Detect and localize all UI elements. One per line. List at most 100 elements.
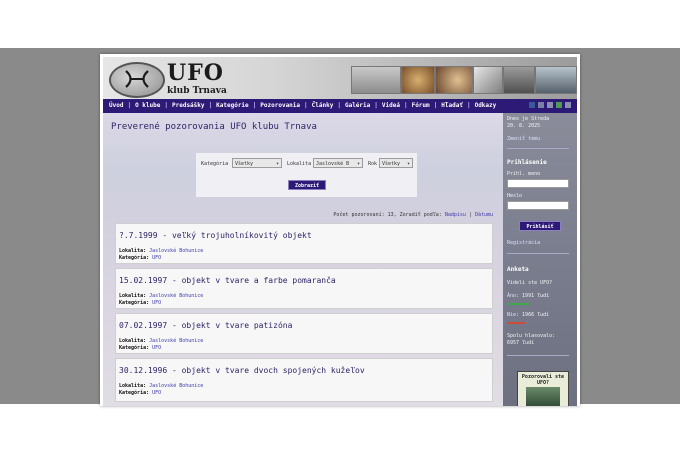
category-link[interactable]: UFO bbox=[152, 300, 161, 306]
nav-item[interactable]: Kategórie bbox=[216, 101, 249, 111]
header-photo-6 bbox=[535, 66, 577, 94]
username-label: Prihl. meno bbox=[507, 171, 541, 177]
password-label: Heslo bbox=[507, 193, 523, 199]
rss-icon[interactable] bbox=[556, 102, 562, 108]
banner-image bbox=[526, 387, 560, 406]
nav-separator: | bbox=[433, 102, 438, 109]
poll-total-line1: Spolu hlasovalo: bbox=[507, 333, 556, 339]
nav-item[interactable]: Predsášky bbox=[172, 101, 205, 111]
header-photo-5 bbox=[503, 66, 535, 94]
sidebar-divider bbox=[507, 253, 569, 254]
page-title: Preverené pozorovania UFO klubu Trnava bbox=[111, 122, 317, 132]
category-select[interactable]: Všetky bbox=[232, 158, 282, 169]
sort-by-date-link[interactable]: Dátumu bbox=[475, 212, 493, 218]
nav-item[interactable]: Videá bbox=[382, 101, 400, 111]
sidebar-divider bbox=[507, 355, 569, 356]
logo-icon[interactable] bbox=[109, 62, 165, 98]
observation-category: Kategória: UFO bbox=[119, 345, 161, 351]
password-input[interactable] bbox=[507, 201, 569, 210]
nav-separator: | bbox=[208, 102, 213, 109]
poll-total-line2: 6957 ľudí bbox=[507, 340, 535, 346]
observation-card: 07.02.1997 - objekt v tvare patizóna Loka… bbox=[115, 313, 493, 354]
poll-no-result: Nie: 1966 ľudí bbox=[507, 312, 549, 319]
poll-yes-value: : 1991 ľudí bbox=[516, 293, 550, 299]
nav-separator: | bbox=[252, 102, 257, 109]
category-label: Kategória: bbox=[119, 390, 150, 396]
poll-yes-bar bbox=[507, 303, 529, 305]
site-header: UFO klub Trnava bbox=[103, 57, 577, 99]
results-count-line: Počet pozorovaní: 13, Zoradiť podľa: Nad… bbox=[333, 212, 493, 218]
year-select[interactable]: Všetky bbox=[379, 158, 413, 169]
observation-card: 15.02.1997 - objekt v tvare a farbe poma… bbox=[115, 268, 493, 309]
observation-title[interactable]: ?.7.1999 - veľký trojuholníkovitý objekt bbox=[119, 231, 312, 240]
observation-title[interactable]: 07.02.1997 - objekt v tvare patizóna bbox=[119, 321, 292, 330]
current-date-line2: 20. 8. 2025 bbox=[507, 123, 541, 129]
bookmark-icon[interactable] bbox=[547, 102, 553, 108]
ufo-report-banner[interactable]: Pozorovali ste UFO? bbox=[517, 371, 569, 406]
poll-title: Anketa bbox=[507, 266, 529, 273]
observation-locality: Lokalita: Jaslovské Bohunice bbox=[119, 248, 203, 254]
observation-category: Kategória: UFO bbox=[119, 390, 161, 396]
category-label: Kategória: bbox=[119, 255, 150, 261]
poll-no-bar bbox=[507, 322, 525, 324]
observation-locality: Lokalita: Jaslovské Bohunice bbox=[119, 293, 203, 299]
sort-by-name-link[interactable]: Nadpisu bbox=[445, 212, 466, 218]
observation-category: Kategória: UFO bbox=[119, 300, 161, 306]
main-navigation: Úvod | O klube | Predsášky | Kategórie | Pozorov… bbox=[103, 99, 577, 113]
username-input[interactable] bbox=[507, 179, 569, 188]
locality-link[interactable]: Jaslovské Bohunice bbox=[149, 248, 203, 254]
nav-separator: | bbox=[127, 102, 132, 109]
locality-label: Lokalita: bbox=[119, 338, 147, 344]
filter-panel: Kategória Všetky Lokalita Jaslovské B Ro… bbox=[196, 153, 417, 197]
header-photo-3 bbox=[435, 66, 473, 94]
nav-separator: | bbox=[164, 102, 168, 109]
login-title: Prihlásenie bbox=[507, 159, 547, 166]
category-label: Kategória: bbox=[119, 300, 150, 306]
category-link[interactable]: UFO bbox=[152, 255, 161, 261]
nav-item[interactable]: Pozorovania bbox=[260, 101, 300, 111]
locality-link[interactable]: Jaslovské Bohunice bbox=[149, 293, 203, 299]
nav-item[interactable]: Fórum bbox=[412, 101, 430, 111]
banner-text: Pozorovali ste UFO? bbox=[521, 374, 565, 386]
nav-item[interactable]: O klube bbox=[135, 101, 160, 111]
nav-separator: | bbox=[337, 102, 341, 109]
logo-subtitle: klub Trnava bbox=[167, 86, 227, 96]
locality-link[interactable]: Jaslovské Bohunice bbox=[149, 338, 203, 344]
nav-item[interactable]: Hľadať bbox=[441, 101, 463, 111]
nav-separator: | bbox=[304, 102, 308, 109]
header-photo-4 bbox=[473, 66, 503, 94]
facebook-icon[interactable] bbox=[529, 102, 535, 108]
sidebar: Dnes je Streda 20. 8. 2025 Zmeniť tému P… bbox=[503, 113, 577, 406]
share-icon[interactable] bbox=[538, 102, 544, 108]
observation-title[interactable]: 15.02.1997 - objekt v tvare a farbe poma… bbox=[119, 276, 336, 285]
locality-select[interactable]: Jaslovské B bbox=[313, 158, 363, 169]
sort-separator: | bbox=[468, 212, 472, 218]
observation-title[interactable]: 30.12.1996 - objekt v tvare dvoch spojen… bbox=[119, 366, 365, 375]
locality-label: Lokalita: bbox=[119, 248, 147, 254]
category-link[interactable]: UFO bbox=[152, 345, 161, 351]
filter-submit-button[interactable]: Zobraziť bbox=[288, 180, 326, 190]
observation-locality: Lokalita: Jaslovské Bohunice bbox=[119, 338, 203, 344]
register-link[interactable]: Registrácia bbox=[507, 240, 540, 246]
nav-item[interactable]: Úvod bbox=[109, 101, 123, 111]
nav-separator: | bbox=[466, 102, 471, 109]
poll-yes-result: Áno: 1991 ľudí bbox=[507, 293, 549, 300]
poll-no-value: : 1966 ľudí bbox=[516, 312, 550, 318]
login-button[interactable]: Prihlásiť bbox=[519, 221, 561, 231]
nav-item[interactable]: Galéria bbox=[345, 101, 370, 111]
nav-item[interactable]: Odkazy bbox=[475, 101, 497, 111]
logo-title[interactable]: UFO bbox=[167, 61, 224, 85]
locality-label: Lokalita: bbox=[119, 383, 147, 389]
header-photo-2 bbox=[401, 66, 435, 94]
observation-card: 30.12.1996 - objekt v tvare dvoch spojen… bbox=[115, 358, 493, 402]
results-count: Počet pozorovaní: 13, Zoradiť podľa: bbox=[333, 212, 442, 218]
poll-yes-label[interactable]: Áno bbox=[507, 293, 516, 299]
category-link[interactable]: UFO bbox=[152, 390, 161, 396]
locality-label: Lokalita: bbox=[119, 293, 147, 299]
mail-icon[interactable] bbox=[565, 102, 571, 108]
change-theme-link[interactable]: Zmeniť tému bbox=[507, 136, 540, 142]
poll-no-label[interactable]: Nie bbox=[507, 312, 516, 318]
current-date-line1: Dnes je Streda bbox=[507, 116, 550, 122]
locality-link[interactable]: Jaslovské Bohunice bbox=[149, 383, 203, 389]
nav-item[interactable]: Články bbox=[312, 101, 334, 111]
